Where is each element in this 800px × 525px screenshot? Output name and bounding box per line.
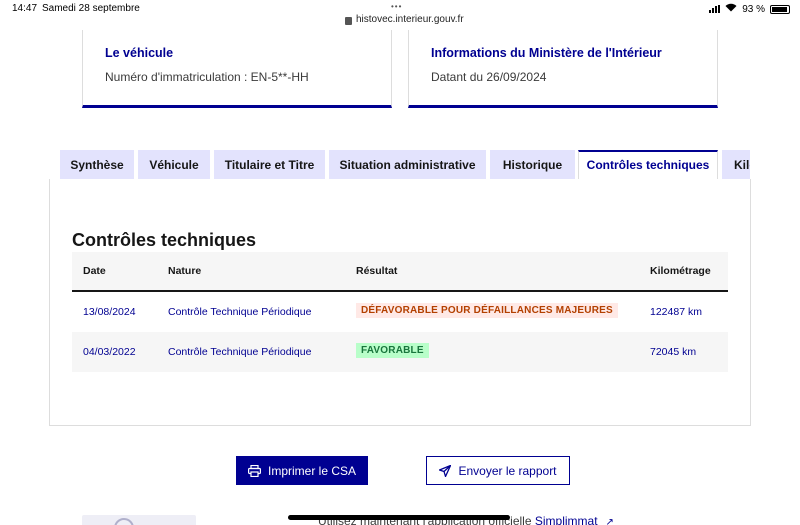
ministry-card-title: Informations du Ministère de l'Intérieur [431, 46, 662, 60]
registration-number: Numéro d'immatriculation : EN-5**-HH [105, 70, 309, 84]
send-icon [439, 464, 452, 477]
table-row: 13/08/2024 Contrôle Technique Périodique… [72, 292, 728, 332]
tab-situation-administrative[interactable]: Situation administrative [329, 150, 486, 180]
signal-icon [709, 5, 721, 13]
home-indicator[interactable] [288, 515, 510, 520]
address-bar[interactable]: histovec.interieur.gouv.fr [345, 14, 464, 25]
multitasking-dots-icon[interactable]: ••• [391, 2, 402, 11]
vehicle-card: Le véhicule Numéro d'immatriculation : E… [82, 30, 392, 108]
row-nature: Contrôle Technique Périodique [168, 306, 312, 318]
print-csa-label: Imprimer le CSA [267, 463, 356, 478]
tab-vehicule[interactable]: Véhicule [138, 150, 210, 180]
status-badge-unfavorable: DÉFAVORABLE POUR DÉFAILLANCES MAJEURES [356, 303, 618, 318]
row-date: 04/03/2022 [83, 346, 136, 358]
battery-percent: 93 % [742, 3, 765, 15]
header-nature: Nature [168, 265, 202, 277]
app-promo-image [82, 515, 196, 525]
tab-bar: Synthèse Véhicule Titulaire et Titre Sit… [60, 150, 750, 180]
send-report-label: Envoyer le rapport [458, 463, 557, 478]
tab-titulaire-titre[interactable]: Titulaire et Titre [214, 150, 325, 180]
tab-kilometrage[interactable]: Kilo [722, 150, 750, 180]
data-date: Datant du 26/09/2024 [431, 70, 547, 84]
status-indicators: 93 % [709, 3, 790, 15]
tab-controles-techniques[interactable]: Contrôles techniques [578, 150, 718, 180]
battery-icon [770, 4, 790, 14]
printer-icon [247, 464, 261, 477]
table-header: Date Nature Résultat Kilométrage [72, 252, 728, 292]
header-resultat: Résultat [356, 265, 398, 277]
lock-icon [345, 16, 352, 25]
header-kilometrage: Kilométrage [650, 265, 711, 277]
tab-historique[interactable]: Historique [490, 150, 575, 180]
tab-synthese[interactable]: Synthèse [60, 150, 134, 180]
status-date: Samedi 28 septembre [42, 3, 140, 14]
address-url: histovec.interieur.gouv.fr [356, 14, 464, 25]
status-bar: 14:47 Samedi 28 septembre ••• histovec.i… [0, 0, 800, 30]
send-report-button[interactable]: Envoyer le rapport [426, 456, 570, 485]
row-date: 13/08/2024 [83, 306, 136, 318]
status-time: 14:47 [12, 3, 38, 14]
print-csa-button[interactable]: Imprimer le CSA [236, 456, 368, 485]
external-link-icon: ↗ [605, 517, 614, 525]
header-date: Date [83, 265, 106, 277]
row-nature: Contrôle Technique Périodique [168, 346, 312, 358]
section-title: Contrôles techniques [72, 230, 257, 250]
table-row: 04/03/2022 Contrôle Technique Périodique… [72, 332, 728, 372]
row-kilometrage: 122487 km [650, 306, 702, 318]
status-badge-favorable: FAVORABLE [356, 343, 429, 358]
simplimmat-link[interactable]: Simplimmat [535, 514, 598, 525]
wifi-icon [725, 3, 737, 15]
inspections-table: Date Nature Résultat Kilométrage 13/08/2… [72, 252, 728, 372]
ministry-info-card: Informations du Ministère de l'Intérieur… [408, 30, 718, 108]
row-kilometrage: 72045 km [650, 346, 697, 358]
vehicle-card-title: Le véhicule [105, 46, 174, 60]
